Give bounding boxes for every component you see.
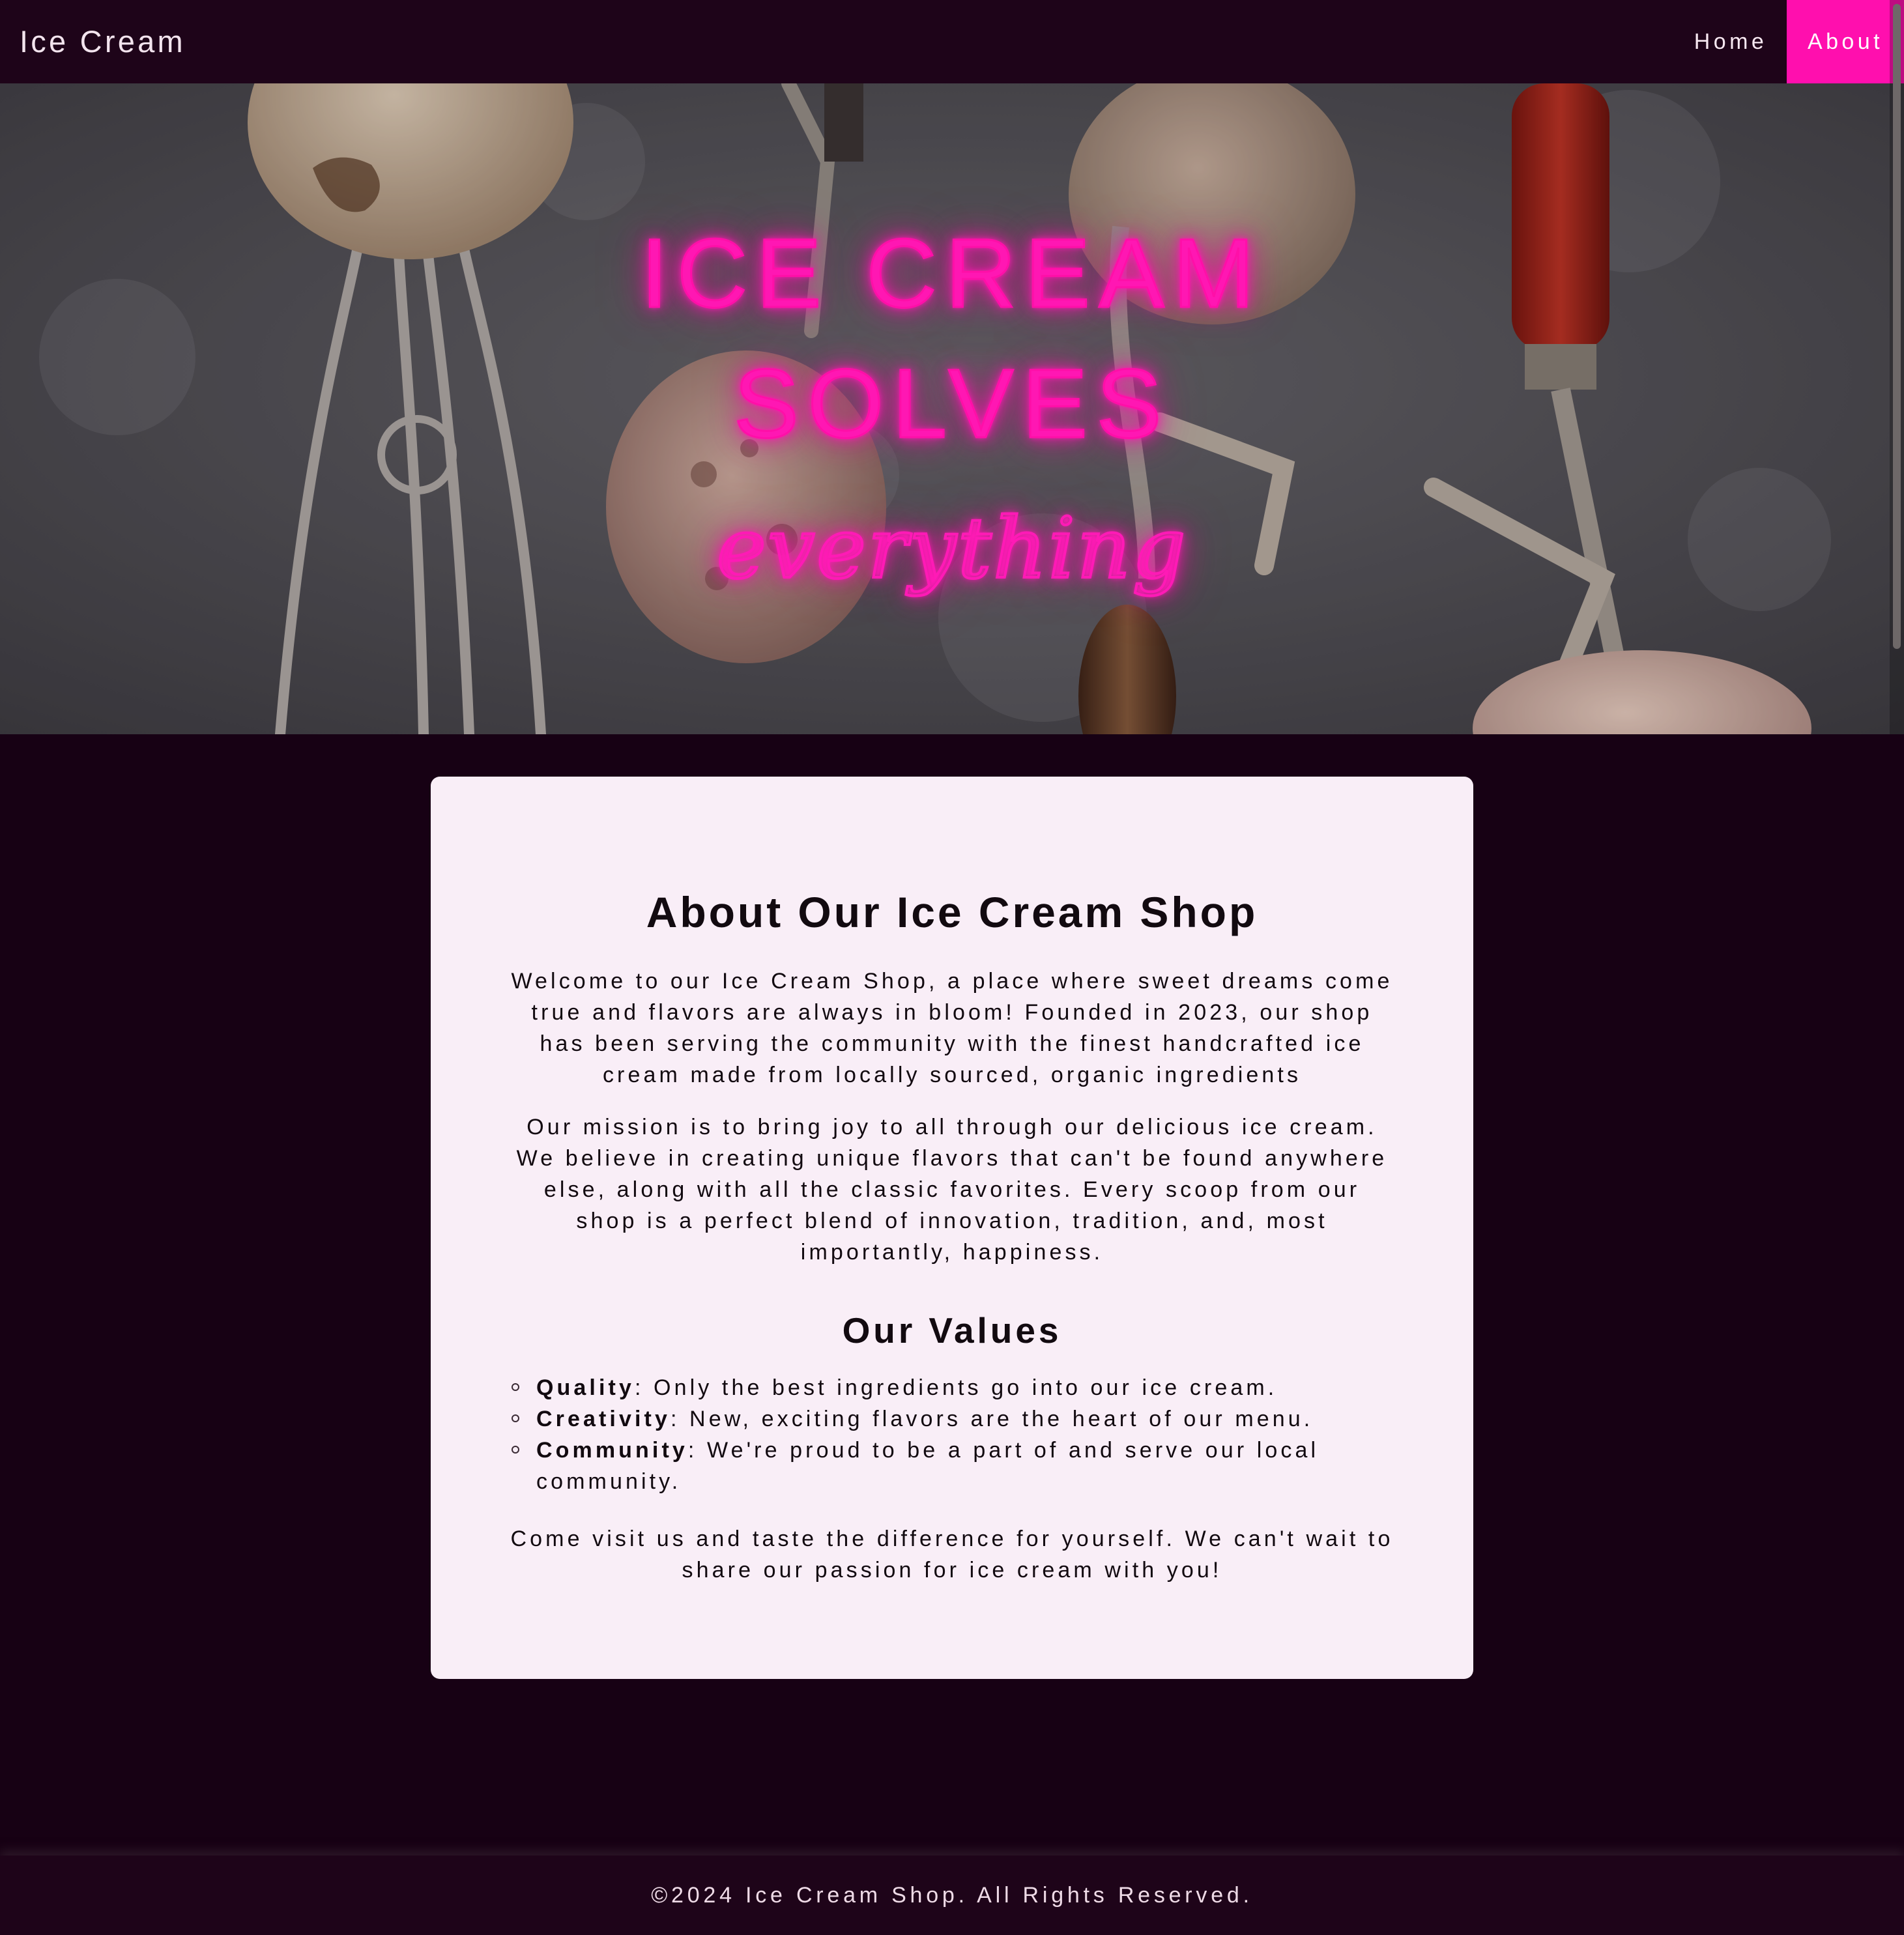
footer-copyright: ©2024 Ice Cream Shop. All Rights Reserve… <box>651 1883 1253 1908</box>
about-paragraph-mission: Our mission is to bring joy to all throu… <box>516 1115 1388 1265</box>
values-list: Quality: Only the best ingredients go in… <box>509 1372 1395 1497</box>
nav-link-home[interactable]: Home <box>1675 0 1787 83</box>
hero-neon-line-1: ICE CREAM <box>640 218 1263 329</box>
value-item-creativity: Creativity: New, exciting flavors are th… <box>509 1403 1395 1435</box>
value-name: Quality <box>536 1375 635 1400</box>
page-footer: ©2024 Ice Cream Shop. All Rights Reserve… <box>0 1856 1904 1935</box>
value-name: Creativity <box>536 1407 671 1431</box>
about-title: About Our Ice Cream Shop <box>646 888 1258 936</box>
hero-neon-script: everything <box>715 499 1188 599</box>
value-item-community: Community: We're proud to be a part of a… <box>509 1435 1395 1497</box>
top-navbar: Ice Cream Home About <box>0 0 1904 83</box>
bullet-circle-icon <box>512 1414 519 1422</box>
value-text: : New, exciting flavors are the heart of… <box>670 1407 1314 1431</box>
value-name: Community <box>536 1438 688 1463</box>
bullet-circle-icon <box>512 1446 519 1454</box>
about-closing-paragraph: Come visit us and taste the difference f… <box>510 1526 1394 1583</box>
brand-logo-text[interactable]: Ice Cream <box>20 0 186 83</box>
hero-neon-line-2: SOLVES <box>732 348 1171 459</box>
bullet-circle-icon <box>512 1383 519 1391</box>
page-scrollbar-thumb[interactable] <box>1893 4 1901 649</box>
values-title: Our Values <box>842 1310 1062 1351</box>
hero-banner: ICE CREAM SOLVES everything <box>0 83 1904 734</box>
about-card: About Our Ice Cream Shop Welcome to our … <box>431 777 1473 1679</box>
value-text: : Only the best ingredients go into our … <box>634 1375 1278 1400</box>
nav-link-about[interactable]: About <box>1787 0 1904 83</box>
value-item-quality: Quality: Only the best ingredients go in… <box>509 1372 1395 1403</box>
about-paragraph-welcome: Welcome to our Ice Cream Shop, a place w… <box>511 969 1393 1087</box>
